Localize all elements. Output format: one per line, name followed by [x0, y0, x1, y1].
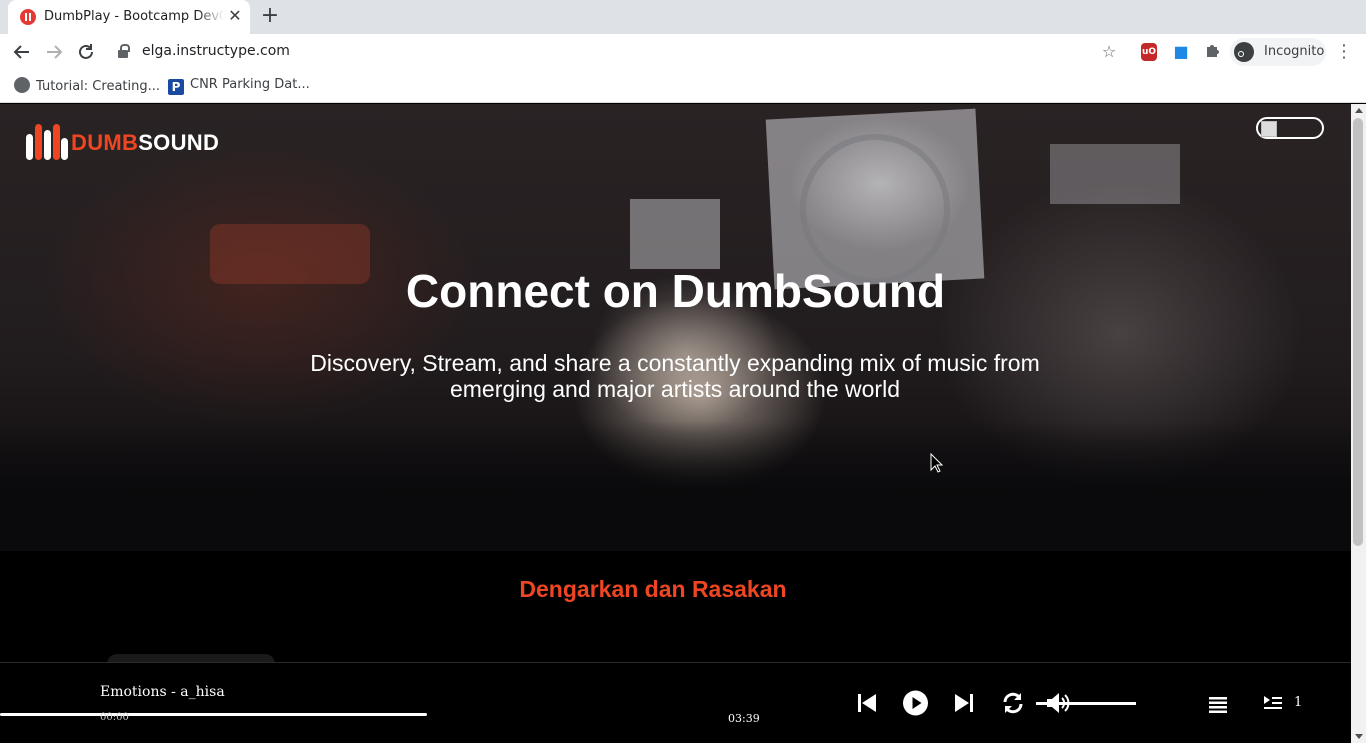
crowd-silhouette-decoration [0, 421, 1351, 551]
bookmark-label: Tutorial: Creating... [36, 79, 161, 94]
incognito-icon [1234, 42, 1254, 62]
ublock-extension-icon[interactable]: uO [1141, 43, 1157, 61]
hero-title: Connect on DumbSound [405, 265, 946, 317]
parking-icon: P [168, 79, 184, 95]
queue-icon[interactable] [1262, 690, 1284, 716]
extensions-puzzle-icon[interactable] [1202, 41, 1224, 63]
profile-label: Incognito [1264, 44, 1325, 59]
section-title: Dengarkan dan Rasakan [519, 576, 787, 602]
browser-toolbar: elga.instructype.com ☆ uO ■ Incognito ⋮ [0, 34, 1366, 70]
address-bar[interactable]: elga.instructype.com [142, 43, 290, 59]
logo-bars-icon [26, 124, 68, 160]
hero-section: DUMBSOUND Connect on DumbSound Discovery… [0, 104, 1351, 551]
progress-bar[interactable] [0, 713, 427, 716]
tab-title: DumbPlay - Bootcamp DevOps [44, 9, 224, 24]
playlist-icon[interactable] [1207, 690, 1229, 716]
page-content: DUMBSOUND Connect on DumbSound Discovery… [0, 104, 1351, 743]
play-button[interactable] [902, 690, 929, 716]
stage-banner-decoration [1050, 144, 1180, 204]
bookmark-star-icon[interactable]: ☆ [1098, 41, 1120, 63]
back-icon[interactable] [9, 39, 35, 65]
music-player-bar: Emotions - a_hisa 00:00 03:39 1 [0, 662, 1351, 743]
repeat-icon[interactable] [1000, 690, 1026, 716]
bookmarks-bar: Tutorial: Creating... P CNR Parking Dat..… [0, 70, 1366, 103]
close-tab-icon[interactable]: ✕ [226, 7, 244, 25]
previous-track-icon[interactable] [856, 690, 878, 716]
hero-subtitle: Discovery, Stream, and share a constantl… [310, 350, 1040, 402]
stage-banner-decoration [630, 199, 720, 269]
browser-tabstrip: DumbPlay - Bootcamp DevOps ✕ + [0, 0, 1366, 34]
current-time: 00:00 [100, 712, 129, 723]
bookmark-label: CNR Parking Dat... [190, 77, 310, 92]
scroll-up-icon[interactable] [1355, 108, 1363, 113]
logo-text: DUMBSOUND [71, 130, 220, 155]
reload-icon[interactable] [73, 39, 99, 65]
profile-button[interactable]: Incognito [1230, 38, 1326, 66]
new-tab-button[interactable]: + [258, 4, 282, 28]
total-time: 03:39 [728, 712, 760, 725]
stage-logo-decoration [800, 134, 950, 284]
globe-icon [14, 77, 30, 93]
extension-icon[interactable]: ■ [1170, 41, 1192, 63]
volume-icon[interactable] [1044, 690, 1072, 716]
bookmark-item[interactable]: P CNR Parking Dat... [168, 77, 310, 95]
bookmark-item[interactable]: Tutorial: Creating... [14, 77, 160, 95]
browser-tab[interactable]: DumbPlay - Bootcamp DevOps ✕ [8, 0, 250, 34]
site-favicon-icon [20, 9, 36, 25]
forward-icon[interactable] [41, 39, 67, 65]
page-scrollbar[interactable] [1351, 104, 1366, 743]
lock-icon[interactable] [118, 44, 130, 60]
next-track-icon[interactable] [953, 690, 975, 716]
scrollbar-thumb[interactable] [1353, 118, 1363, 546]
browser-menu-icon[interactable]: ⋮ [1334, 39, 1354, 65]
scroll-down-icon[interactable] [1355, 734, 1363, 739]
user-avatar-button[interactable] [1256, 117, 1324, 139]
queue-count: 1 [1294, 695, 1303, 710]
now-playing-title: Emotions - a_hisa [100, 684, 225, 700]
